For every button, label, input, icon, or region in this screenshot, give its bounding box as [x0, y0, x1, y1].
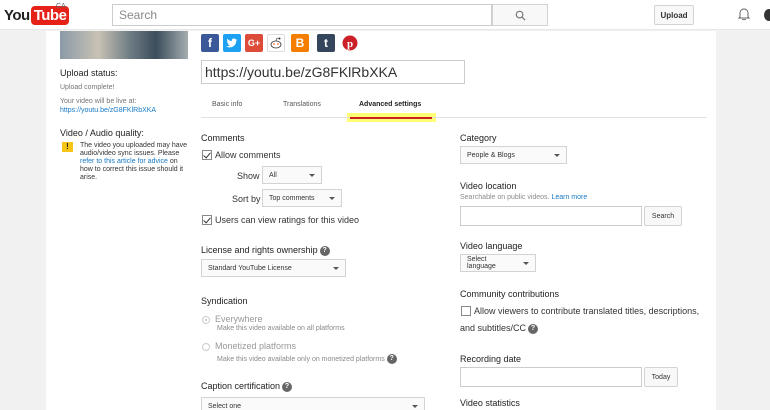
bell-icon[interactable]: [737, 7, 751, 26]
category-select-value: People & Blogs: [467, 151, 515, 159]
tab-advanced-settings[interactable]: Advanced settings: [359, 101, 421, 108]
search-icon: [515, 10, 526, 21]
chevron-down-icon: [329, 196, 335, 200]
quality-title: Video / Audio quality:: [60, 128, 144, 138]
video-location-title: Video location: [460, 181, 517, 191]
show-label: Show: [237, 171, 260, 181]
help-icon[interactable]: ?: [386, 354, 397, 364]
upload-button[interactable]: Upload: [654, 5, 694, 25]
monetized-description-text: Make this video available only on moneti…: [217, 355, 385, 363]
pinterest-icon[interactable]: p: [341, 34, 359, 52]
svg-text:p: p: [347, 38, 353, 50]
avatar[interactable]: [764, 9, 770, 21]
warning-icon: !: [62, 142, 73, 152]
video-language-select-value: Select language: [467, 256, 496, 270]
community-contributions-checkbox[interactable]: [461, 306, 471, 316]
top-header: You Tube CA Search Upload: [0, 0, 770, 30]
everywhere-description: Make this video available on all platfor…: [217, 325, 345, 332]
community-contributions-label-2: and subtitles/CC?: [460, 323, 539, 334]
license-select-value: Standard YouTube License: [208, 264, 292, 272]
allow-comments-checkbox[interactable]: [202, 150, 212, 160]
chevron-down-icon: [523, 261, 529, 265]
recording-date-input[interactable]: [460, 367, 642, 387]
syndication-title: Syndication: [201, 296, 248, 306]
quality-warning: The video you uploaded may have audio/vi…: [80, 142, 188, 182]
blogger-icon[interactable]: B: [291, 34, 309, 52]
show-select-value: All: [269, 171, 277, 179]
chevron-down-icon: [554, 153, 560, 157]
category-select[interactable]: People & Blogs: [460, 146, 567, 164]
search-input[interactable]: Search: [112, 4, 492, 26]
live-url-link[interactable]: https://youtu.be/zG8FKlRbXKA: [60, 106, 156, 115]
location-search-button[interactable]: Search: [644, 206, 682, 226]
facebook-icon[interactable]: f: [201, 34, 219, 52]
everywhere-label: Everywhere: [215, 314, 263, 324]
video-location-input[interactable]: [460, 206, 642, 226]
license-title: License and rights ownership?: [201, 245, 330, 256]
video-thumbnail: [60, 31, 188, 59]
reddit-icon[interactable]: [267, 34, 285, 52]
tumblr-icon[interactable]: t: [317, 34, 335, 52]
today-button[interactable]: Today: [644, 367, 678, 387]
ratings-checkbox[interactable]: [202, 215, 212, 225]
live-at-text: Your video will be live at:: [60, 98, 137, 105]
video-location-description-text: Searchable on public videos.: [460, 194, 552, 201]
chevron-down-icon: [412, 404, 418, 408]
community-contributions-label: Allow viewers to contribute translated t…: [474, 306, 700, 316]
video-location-description: Searchable on public videos. Learn more: [460, 194, 587, 201]
allow-comments-label: Allow comments: [215, 150, 281, 160]
monetized-label: Monetized platforms: [215, 341, 297, 351]
tabs-divider: [201, 117, 707, 118]
caption-title: Caption certification?: [201, 381, 293, 392]
caption-select[interactable]: Select one: [201, 397, 425, 410]
google-plus-icon[interactable]: G+: [245, 34, 263, 52]
quality-warning-link[interactable]: refer to this article for advice: [80, 158, 168, 165]
video-language-select[interactable]: Select language: [460, 254, 536, 272]
community-contributions-title: Community contributions: [460, 289, 560, 299]
quality-warning-text-1: The video you uploaded may have audio/vi…: [80, 142, 188, 157]
recording-date-title: Recording date: [460, 354, 522, 364]
upload-status-title: Upload status:: [60, 68, 118, 78]
youtube-logo[interactable]: You Tube CA: [4, 3, 70, 25]
show-select[interactable]: All: [262, 166, 322, 184]
monetized-description: Make this video available only on moneti…: [217, 354, 397, 364]
help-icon[interactable]: ?: [528, 323, 539, 334]
help-icon[interactable]: ?: [282, 381, 293, 392]
help-icon[interactable]: ?: [319, 245, 330, 256]
video-statistics-title: Video statistics: [460, 398, 520, 408]
logo-you-text: You: [4, 6, 30, 24]
logo-country: CA: [56, 3, 66, 10]
sort-by-select[interactable]: Top comments: [262, 189, 342, 207]
caption-select-value: Select one: [208, 402, 242, 410]
learn-more-link[interactable]: Learn more: [551, 194, 587, 201]
license-title-text: License and rights ownership: [201, 245, 318, 255]
sort-by-label: Sort by: [232, 194, 261, 204]
license-select[interactable]: Standard YouTube License: [201, 259, 346, 277]
community-contributions-label-2-text: and subtitles/CC: [460, 323, 527, 333]
search-button[interactable]: [492, 4, 548, 26]
monetized-radio[interactable]: [202, 343, 210, 351]
sort-by-select-value: Top comments: [269, 194, 315, 202]
upload-complete-text: Upload complete!: [60, 84, 115, 91]
active-tab-underline: [350, 117, 432, 119]
ratings-label: Users can view ratings for this video: [215, 215, 360, 225]
share-url-field[interactable]: https://youtu.be/zG8FKlRbXKA: [201, 60, 465, 84]
chevron-down-icon: [333, 266, 339, 270]
everywhere-radio[interactable]: [202, 316, 210, 324]
chevron-down-icon: [309, 173, 315, 177]
twitter-icon[interactable]: [223, 34, 241, 52]
category-title: Category: [460, 133, 497, 143]
caption-title-text: Caption certification: [201, 381, 281, 391]
tab-basic-info[interactable]: Basic info: [212, 101, 242, 108]
tab-translations[interactable]: Translations: [283, 101, 321, 108]
comments-title: Comments: [201, 133, 245, 143]
video-language-title: Video language: [460, 241, 523, 251]
